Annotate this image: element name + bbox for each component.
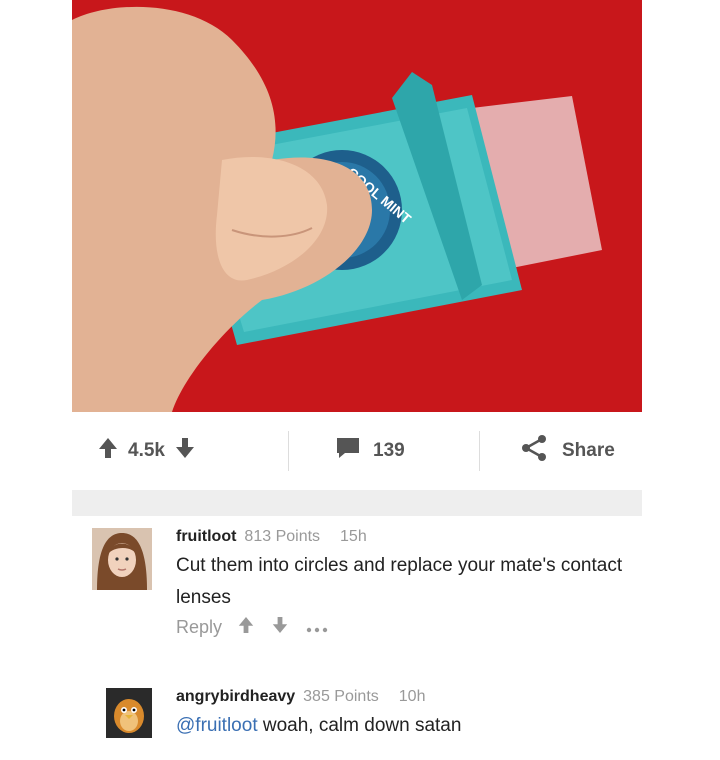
comment-username[interactable]: fruitloot xyxy=(176,528,236,546)
comment-username[interactable]: angrybirdheavy xyxy=(176,688,295,706)
reply-button[interactable]: Reply xyxy=(176,617,222,638)
avatar[interactable] xyxy=(106,688,152,738)
comment-points: 813 Points xyxy=(244,528,321,545)
comment-count: 139 xyxy=(373,440,405,461)
share-label: Share xyxy=(562,440,615,461)
comment-points: 385 Points xyxy=(303,688,379,705)
comment-age: 10h xyxy=(398,688,426,705)
post-score: 4.5k xyxy=(128,440,165,461)
arrow-down-icon[interactable] xyxy=(175,437,195,465)
comment-text: @fruitloot woah, calm down satan xyxy=(176,710,642,742)
more-dots-icon[interactable] xyxy=(306,617,328,638)
avatar[interactable] xyxy=(92,528,152,590)
arrow-up-icon[interactable] xyxy=(238,616,254,639)
comment-text-body: woah, calm down satan xyxy=(257,715,462,736)
vote-controls: 4.5k xyxy=(72,437,288,465)
speech-bubble-icon xyxy=(335,436,361,466)
section-separator xyxy=(72,490,642,516)
user-mention-link[interactable]: @fruitloot xyxy=(176,715,258,736)
post-action-bar: 4.5k 139 Share xyxy=(72,412,642,490)
comment-actions: Reply xyxy=(176,616,642,639)
arrow-down-icon[interactable] xyxy=(272,616,288,639)
comment-text: Cut them into circles and replace your m… xyxy=(176,555,623,608)
comment-age: 15h xyxy=(340,528,367,545)
share-button[interactable]: Share xyxy=(480,434,615,468)
share-icon xyxy=(520,434,548,468)
arrow-up-icon[interactable] xyxy=(98,437,118,465)
comments-button[interactable]: 139 xyxy=(289,436,479,466)
post-image[interactable]: COOL MINT NE xyxy=(72,0,642,412)
